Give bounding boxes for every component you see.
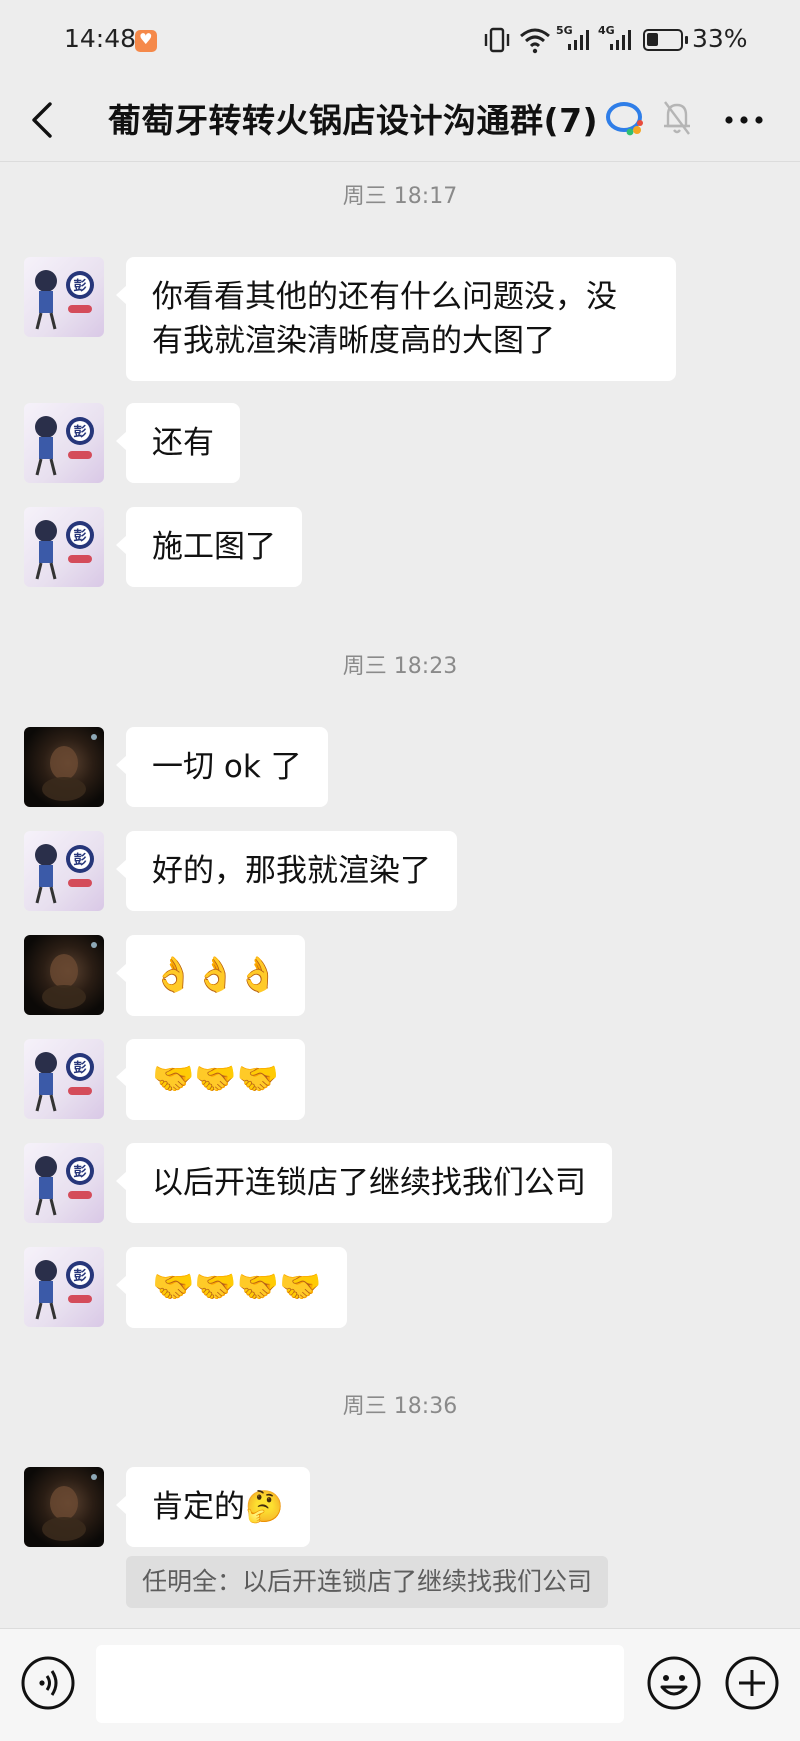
status-bar: 14:48 5G 4G 33% (0, 0, 800, 80)
svg-text:彭: 彭 (73, 1060, 86, 1076)
battery-percent: 33% (692, 24, 748, 53)
avatar-image: 彭 (35, 1156, 94, 1216)
quoted-message[interactable]: 任明全：以后开连锁店了继续找我们公司 (126, 1556, 609, 1608)
avatar[interactable] (24, 727, 104, 807)
svg-text:彭: 彭 (73, 852, 86, 868)
avatar-image (42, 1474, 97, 1541)
svg-text:彭: 彭 (73, 278, 86, 294)
message-bubble[interactable]: 肯定的🤔 (116, 1467, 310, 1547)
avatar[interactable]: 彭 (24, 1247, 104, 1327)
vibrate-icon (484, 27, 510, 53)
avatar[interactable] (24, 1467, 104, 1547)
avatar-image: 彭 (35, 416, 94, 476)
avatar-image: 彭 (35, 1052, 94, 1112)
timestamp: 周三 18:23 (342, 654, 458, 679)
wifi-icon (520, 28, 550, 54)
header-divider (0, 161, 800, 162)
message-bubble[interactable]: 以后开连锁店了继续找我们公司 (116, 1143, 612, 1223)
svg-text:彭: 彭 (73, 1268, 86, 1284)
timestamp: 周三 18:17 (342, 184, 458, 209)
avatar[interactable]: 彭 (24, 507, 104, 587)
more-icon[interactable] (722, 108, 766, 132)
signal-icon-1 (568, 30, 589, 50)
status-time: 14:48 (64, 24, 137, 53)
mute-bell-icon (664, 101, 690, 135)
voice-input-icon[interactable] (20, 1655, 76, 1711)
avatar-image: 彭 (35, 270, 94, 330)
avatar[interactable]: 彭 (24, 403, 104, 483)
input-bar (0, 1628, 800, 1741)
wecom-icon[interactable] (604, 98, 646, 140)
message-bubble[interactable]: 还有 (116, 403, 240, 483)
message-bubble[interactable]: 施工图了 (116, 507, 302, 587)
signal-icon-2 (610, 30, 631, 50)
chat-title: 葡萄牙转转火锅店设计沟通群(7) (108, 101, 599, 140)
handshake-emoji: 🤝🤝🤝🤝 (152, 1267, 322, 1307)
ok-hand-emoji: 👌👌👌 (152, 955, 280, 995)
message-bubble[interactable]: 🤝🤝🤝 (115, 1039, 306, 1120)
avatar-image (42, 734, 97, 801)
plus-icon[interactable] (724, 1655, 780, 1711)
app-notification-icon (135, 30, 157, 52)
svg-text:彭: 彭 (73, 528, 86, 544)
timestamp: 周三 18:36 (342, 1394, 458, 1419)
back-arrow-icon[interactable] (24, 98, 64, 142)
avatar-image: 彭 (35, 1260, 94, 1320)
avatar[interactable]: 彭 (24, 257, 104, 337)
message-bubble[interactable]: 你看看其他的还有什么问题没，没 有我就渲染清晰度高的大图了 (116, 257, 676, 381)
message-bubble[interactable]: 🤝🤝🤝🤝 (115, 1247, 348, 1328)
message-bubble[interactable]: 好的，那我就渲染了 (116, 831, 457, 911)
avatar[interactable] (24, 935, 104, 1015)
avatar-image: 彭 (35, 520, 94, 580)
svg-text:彭: 彭 (73, 424, 86, 440)
avatar[interactable]: 彭 (24, 1143, 104, 1223)
battery-icon (643, 29, 688, 51)
avatar[interactable]: 彭 (24, 831, 104, 911)
message-input[interactable] (96, 1645, 624, 1723)
message-bubble[interactable]: 一切 ok 了 (116, 727, 328, 807)
avatar-image (42, 942, 97, 1009)
handshake-emoji: 🤝🤝🤝 (152, 1059, 280, 1099)
message-bubble[interactable]: 👌👌👌 (115, 935, 306, 1016)
chat-header: 葡萄牙转转火锅店设计沟通群(7) (0, 80, 800, 162)
avatar[interactable]: 彭 (24, 1039, 104, 1119)
svg-text:彭: 彭 (73, 1164, 86, 1180)
avatar-image: 彭 (35, 844, 94, 904)
emoji-icon[interactable] (646, 1655, 702, 1711)
